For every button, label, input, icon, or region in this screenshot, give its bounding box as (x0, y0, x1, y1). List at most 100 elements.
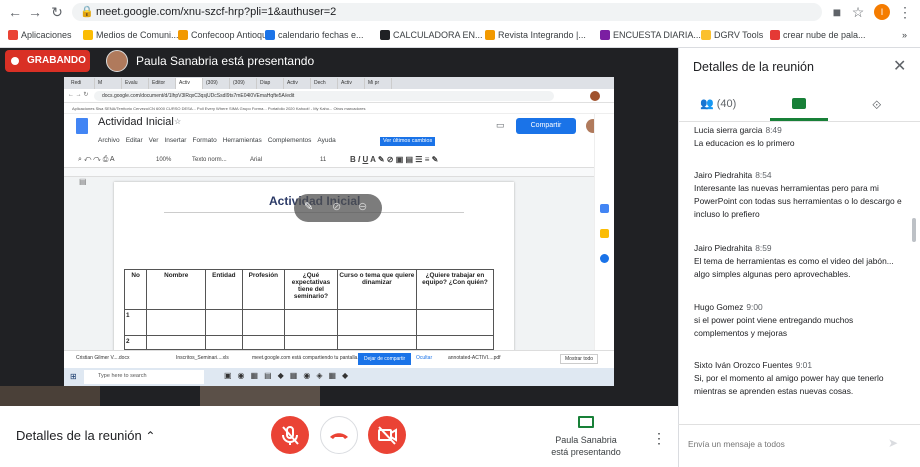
stop-share-button[interactable]: Dejar de compartir (358, 353, 412, 365)
docs-menu-item[interactable]: Ver (149, 137, 159, 144)
bookmarks-overflow[interactable]: » (902, 28, 907, 42)
browser-chrome: ← → ↻ 🔒 meet.google.com/xnu-szcf-hrp?pli… (0, 0, 920, 48)
chat-message-text: Si, por el momento al amigo power hay qu… (694, 373, 884, 396)
bookmark-label: Revista Integrando |... (498, 30, 586, 40)
docs-header: Actividad Inicial ☆ Archivo Editar Ver Inse… (64, 114, 614, 154)
bookmark-favicon-icon (380, 30, 390, 40)
show-all-button[interactable]: Mostrar todo (560, 354, 599, 364)
docs-toolbar: ⌕ ↶ ↷ ⎙ A 100% Texto norm... Arial 11 B … (64, 154, 614, 168)
download-item[interactable]: annotated-ACTIVI....pdf (448, 355, 501, 361)
docs-menu-item[interactable]: Editar (126, 137, 143, 144)
docs-menu-item[interactable]: Herramientas (223, 137, 262, 144)
bookmark-favicon-icon (265, 30, 275, 40)
chat-input[interactable] (688, 436, 878, 452)
zoom-select[interactable]: 100% (156, 157, 171, 163)
outline-icon[interactable]: ▤ (79, 177, 87, 186)
table-row: 2 (123, 335, 495, 350)
sender-name: Lucia sierra garcia (694, 125, 763, 135)
bookmark-item[interactable]: Aplicaciones (8, 28, 72, 42)
presenter-overlay[interactable]: ✎ ⊘ ⊖ (294, 194, 382, 222)
mic-toggle-button[interactable] (271, 416, 309, 454)
tasks-icon[interactable] (600, 254, 609, 263)
size-select[interactable]: 11 (320, 157, 326, 163)
font-select[interactable]: Arial (250, 157, 262, 163)
windows-taskbar: ⊞ Type here to search ▣◉▦▤◆▦◉◈▦◆ (64, 368, 614, 386)
forward-icon[interactable]: → (26, 3, 44, 21)
url-text[interactable]: meet.google.com/xnu-szcf-hrp?pli=1&authu… (96, 3, 336, 21)
more-options-icon[interactable]: ⋮ (652, 430, 666, 447)
docs-menu-item[interactable]: Ayuda (317, 137, 335, 144)
hide-button[interactable]: Ocultar (416, 355, 432, 361)
chat-scrollbar[interactable] (912, 218, 916, 242)
shared-tab: M (95, 78, 122, 89)
shared-tab: (309) (203, 78, 230, 89)
download-item[interactable]: Inscritos_Seminari....xls (176, 355, 229, 361)
lock-icon: 🔒 (80, 6, 94, 18)
bookmark-favicon-icon (178, 30, 188, 40)
shared-tab: Editor (149, 78, 176, 89)
windows-start-icon[interactable]: ⊞ (70, 372, 77, 381)
sidebar-title: Detalles de la reunión (693, 60, 814, 74)
camera-icon[interactable]: ■ (828, 3, 846, 21)
docs-menu-item[interactable]: Archivo (98, 137, 120, 144)
chat-icon[interactable] (792, 98, 806, 109)
activities-icon[interactable]: ⟐ (872, 98, 881, 113)
bookmark-label: calendario fechas e... (278, 30, 364, 40)
toolbar-icons[interactable]: ⌕ ↶ ↷ ⎙ A (78, 156, 115, 164)
chat-message-text: El tema de herramientas es como el video… (694, 256, 894, 279)
docs-menu-item[interactable]: Complementos (268, 137, 312, 144)
sidebar-divider (678, 121, 920, 122)
bookmark-label: DGRV Tools (714, 30, 764, 40)
bookmark-item[interactable]: Medios de Comuni... (83, 28, 179, 42)
bookmark-favicon-icon (770, 30, 780, 40)
chat-message-sender: Jairo Piedrahita 8:54 (694, 170, 772, 180)
input-divider (678, 424, 920, 425)
close-icon[interactable]: ✕ (893, 56, 906, 76)
bookmark-favicon-icon (83, 30, 93, 40)
format-icons[interactable]: B I U A ✎ ⊘ ▣ ▤ ☰ ≡ ✎ (350, 155, 438, 164)
pin-icon[interactable]: ✎ (304, 200, 313, 213)
bookmark-item[interactable]: Confecoop Antioquia (178, 28, 274, 42)
style-select[interactable]: Texto norm... (192, 157, 227, 163)
download-item[interactable]: Cristian Gilmer V....docx (76, 355, 129, 361)
bookmark-label: Confecoop Antioquia (191, 30, 275, 40)
bookmark-item[interactable]: DGRV Tools (701, 28, 763, 42)
present-screen-icon[interactable] (578, 416, 594, 428)
presenting-tile[interactable]: Paula Sanabria está presentando (540, 434, 632, 458)
message-time: 8:54 (755, 170, 772, 180)
participant-tile (0, 386, 100, 408)
presenting-name: Paula Sanabria (555, 435, 617, 445)
meeting-details-toggle[interactable]: Detalles de la reunión ⌃ (16, 428, 155, 443)
menu-kebab-icon[interactable]: ⋮ (896, 3, 914, 21)
back-icon[interactable]: ← (6, 3, 24, 21)
bookmark-favicon-icon (8, 30, 18, 40)
share-button[interactable]: Compartir (516, 118, 576, 134)
tab-people[interactable]: 👥 (40) (700, 97, 736, 110)
bookmark-item[interactable]: CALCULADORA EN... (380, 28, 483, 42)
calendar-icon[interactable] (600, 204, 609, 213)
docs-menu-item[interactable]: Formato (192, 137, 216, 144)
star-icon[interactable]: ☆ (849, 3, 867, 21)
shared-tab: Dech (311, 78, 338, 89)
taskbar-app-icons[interactable]: ▣◉▦▤◆▦◉◈▦◆ (224, 371, 354, 380)
docs-menu-item[interactable]: Insertar (164, 137, 186, 144)
camera-toggle-button[interactable] (368, 416, 406, 454)
people-icon: 👥 (700, 98, 714, 110)
bookmark-item[interactable]: Revista Integrando |... (485, 28, 586, 42)
bookmark-item[interactable]: crear nube de pala... (770, 28, 866, 42)
bookmark-item[interactable]: ENCUESTA DIARIA... (600, 28, 701, 42)
keep-icon[interactable] (600, 229, 609, 238)
taskbar-search-text: Type here to search (98, 373, 147, 379)
comments-icon[interactable]: ▭ (496, 120, 505, 131)
last-change-link[interactable]: Ver últimos cambios (380, 137, 436, 146)
mute-overlay-icon[interactable]: ⊘ (332, 200, 341, 213)
leave-call-button[interactable] (320, 416, 358, 454)
bookmark-favicon-icon (485, 30, 495, 40)
profile-avatar[interactable]: I (874, 4, 890, 20)
remove-overlay-icon[interactable]: ⊖ (358, 200, 367, 213)
send-icon[interactable]: ➤ (888, 436, 898, 450)
reload-icon[interactable]: ↻ (48, 3, 66, 21)
bookmark-item[interactable]: calendario fechas e... (265, 28, 364, 42)
star-doc-icon[interactable]: ☆ (174, 117, 181, 126)
doc-title[interactable]: Actividad Inicial (98, 116, 174, 128)
